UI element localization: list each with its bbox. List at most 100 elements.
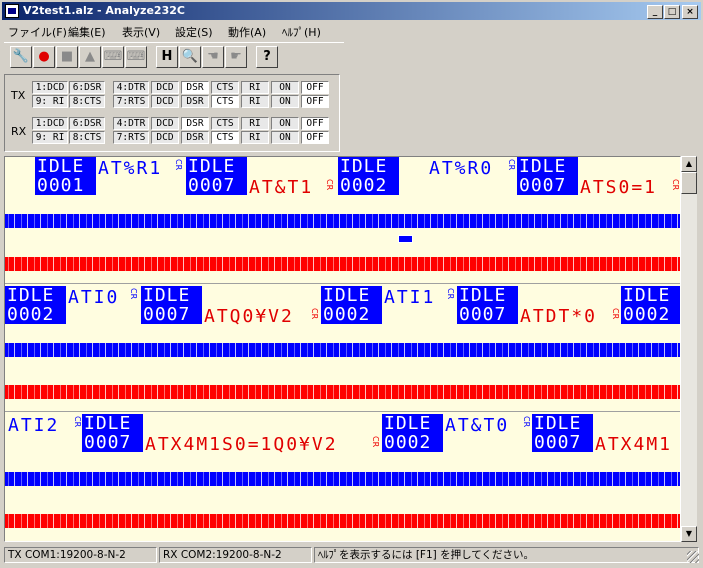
idle-block: IDLE 0002 bbox=[621, 286, 680, 324]
tx-line2-ri: RI bbox=[241, 95, 269, 108]
minimize-button[interactable]: _ bbox=[647, 5, 663, 19]
menu-help[interactable]: ﾍﾙﾌﾟ(H) bbox=[282, 24, 321, 40]
tx-line-dcd: DCD bbox=[151, 81, 179, 94]
tx-pin-dtr: 4:DTR bbox=[113, 81, 149, 94]
stop-icon[interactable]: ■ bbox=[56, 46, 78, 68]
rx-line-on: ON bbox=[271, 117, 299, 130]
rx-data-stripe bbox=[5, 257, 680, 271]
toolbar: 🔧 ● ■ ▲ ⌨ ⌨ H 🔍 ☚ ☛ ? bbox=[4, 42, 344, 71]
status-tx-port: TX COM1:19200-8-N-2 bbox=[4, 547, 157, 563]
menu-file[interactable]: ファイル(F) bbox=[8, 24, 67, 40]
hex-mode-button[interactable]: H bbox=[156, 46, 178, 68]
cr-marker: CR bbox=[310, 308, 319, 320]
keyboard-rx-icon[interactable]: ⌨ bbox=[125, 46, 147, 68]
cr-marker: CR bbox=[446, 288, 455, 300]
keyboard-tx-icon[interactable]: ⌨ bbox=[102, 46, 124, 68]
tx-command: AT&T0 bbox=[445, 415, 510, 436]
tx-pin-ri: 9: RI bbox=[32, 95, 68, 108]
trace-view[interactable]: IDLE 0001 AT%R1 CR IDLE 0007 AT&T1 CR ID… bbox=[4, 156, 681, 542]
cr-marker: CR bbox=[522, 416, 531, 428]
rx-response: ATS0=1 bbox=[580, 177, 658, 198]
title-bar[interactable]: V2test1.alz - Analyze232C _ □ × bbox=[2, 2, 701, 20]
tx-pin-dcd: 1:DCD bbox=[32, 81, 68, 94]
rx-line-cts: CTS bbox=[211, 117, 239, 130]
idle-block: IDLE 0002 bbox=[321, 286, 382, 324]
rx-pin-cts: 8:CTS bbox=[69, 131, 105, 144]
tx-pin-cts: 8:CTS bbox=[69, 95, 105, 108]
rx-response: ATX4M1 bbox=[595, 434, 673, 455]
menu-action[interactable]: 動作(A) bbox=[228, 24, 266, 40]
menu-settings[interactable]: 設定(S) bbox=[175, 24, 213, 40]
tx-line2-dsr: DSR bbox=[181, 95, 209, 108]
vertical-scrollbar[interactable]: ▲ ▼ bbox=[681, 156, 697, 542]
window-title: V2test1.alz - Analyze232C bbox=[23, 4, 185, 17]
tx-signal-label: TX bbox=[11, 89, 26, 102]
cursor-marker bbox=[398, 235, 413, 243]
rx-line2-off: OFF bbox=[301, 131, 329, 144]
idle-block: IDLE 0007 bbox=[532, 414, 593, 452]
idle-block: IDLE 0002 bbox=[382, 414, 443, 452]
row-divider bbox=[5, 411, 680, 412]
cr-marker: CR bbox=[507, 159, 516, 171]
idle-block: IDLE 0002 bbox=[338, 157, 399, 195]
scroll-up-button[interactable]: ▲ bbox=[681, 156, 697, 172]
search-icon[interactable]: 🔍 bbox=[179, 46, 201, 68]
tx-line2-dcd: DCD bbox=[151, 95, 179, 108]
hand-right-icon[interactable]: ☛ bbox=[225, 46, 247, 68]
app-window: V2test1.alz - Analyze232C _ □ × ファイル(F) … bbox=[0, 0, 703, 568]
rx-line-off: OFF bbox=[301, 117, 329, 130]
tx-pin-rts: 7:RTS bbox=[113, 95, 149, 108]
up-arrow-icon[interactable]: ▲ bbox=[79, 46, 101, 68]
tx-line2-off: OFF bbox=[301, 95, 329, 108]
rx-response: ATDT*0 bbox=[520, 306, 598, 327]
scroll-thumb[interactable] bbox=[681, 172, 697, 194]
rx-line-ri: RI bbox=[241, 117, 269, 130]
rx-pin-rts: 7:RTS bbox=[113, 131, 149, 144]
tx-line2-cts: CTS bbox=[211, 95, 239, 108]
scroll-down-button[interactable]: ▼ bbox=[681, 526, 697, 542]
tx-command: ATI2 bbox=[8, 415, 60, 436]
menu-bar: ファイル(F) 編集(E) 表示(V) 設定(S) 動作(A) ﾍﾙﾌﾟ(H) bbox=[2, 21, 701, 40]
tx-pin-dsr: 6:DSR bbox=[69, 81, 105, 94]
record-icon[interactable]: ● bbox=[33, 46, 55, 68]
menu-view[interactable]: 表示(V) bbox=[122, 24, 160, 40]
tx-line2-on: ON bbox=[271, 95, 299, 108]
idle-block: IDLE 0007 bbox=[457, 286, 518, 324]
hand-left-icon[interactable]: ☚ bbox=[202, 46, 224, 68]
maximize-button[interactable]: □ bbox=[664, 5, 680, 19]
rx-line-dcd: DCD bbox=[151, 117, 179, 130]
close-button[interactable]: × bbox=[682, 5, 698, 19]
row-divider bbox=[5, 283, 680, 284]
tx-command: ATI1 bbox=[384, 287, 436, 308]
idle-block: IDLE 0001 bbox=[35, 157, 96, 195]
cr-marker: CR bbox=[174, 159, 183, 171]
tx-line-dsr: DSR bbox=[181, 81, 209, 94]
tx-command: AT%R1 bbox=[98, 158, 163, 179]
rx-response: ATX4M1S0=1Q0¥V2 bbox=[145, 434, 338, 455]
tx-command: AT%R0 bbox=[429, 158, 494, 179]
rx-pin-dcd: 1:DCD bbox=[32, 117, 68, 130]
idle-block: IDLE 0007 bbox=[141, 286, 202, 324]
rx-response: AT&T1 bbox=[249, 177, 314, 198]
status-bar: TX COM1:19200-8-N-2 RX COM2:19200-8-N-2 … bbox=[2, 545, 701, 565]
tx-data-stripe bbox=[5, 343, 680, 357]
tx-data-stripe bbox=[5, 214, 680, 228]
tx-line-cts: CTS bbox=[211, 81, 239, 94]
rx-line2-on: ON bbox=[271, 131, 299, 144]
idle-block: IDLE 0002 bbox=[5, 286, 66, 324]
rx-data-stripe bbox=[5, 385, 680, 399]
rx-pin-dsr: 6:DSR bbox=[69, 117, 105, 130]
help-icon[interactable]: ? bbox=[256, 46, 278, 68]
status-rx-port: RX COM2:19200-8-N-2 bbox=[159, 547, 312, 563]
tx-command: ATI0 bbox=[68, 287, 120, 308]
wrench-icon[interactable]: 🔧 bbox=[10, 46, 32, 68]
resize-grip[interactable] bbox=[687, 551, 699, 563]
cr-marker: CR bbox=[73, 416, 82, 428]
rx-response: ATQ0¥V2 bbox=[204, 306, 294, 327]
tx-data-stripe bbox=[5, 472, 680, 486]
rx-line-dsr: DSR bbox=[181, 117, 209, 130]
idle-block: IDLE 0007 bbox=[82, 414, 143, 452]
cr-marker: CR bbox=[671, 179, 680, 191]
menu-edit[interactable]: 編集(E) bbox=[68, 24, 106, 40]
app-icon[interactable] bbox=[5, 4, 19, 18]
